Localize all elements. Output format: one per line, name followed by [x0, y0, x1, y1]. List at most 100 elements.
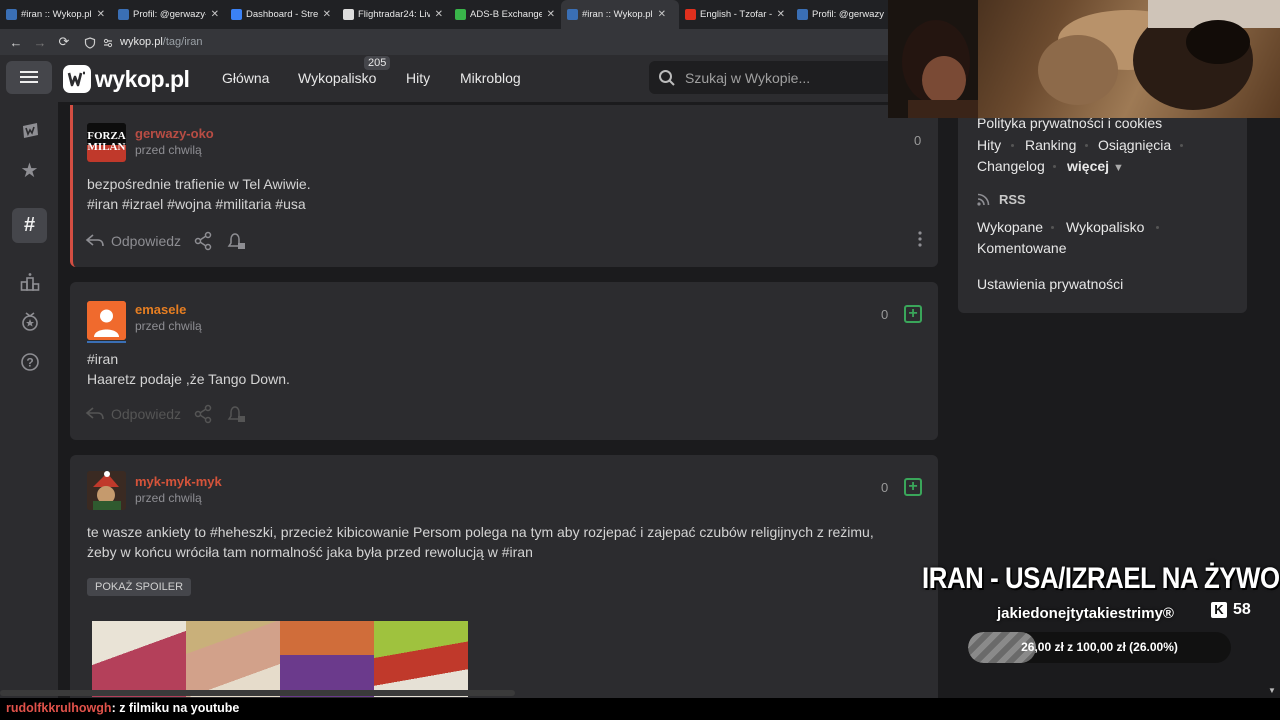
- browser-tab[interactable]: English - Tzofar - ✕: [679, 0, 791, 29]
- reply-button[interactable]: Odpowiedz: [111, 233, 181, 249]
- right-sidebar-box: Polityka prywatności i cookies Hity Rank…: [958, 102, 1247, 313]
- upvote-plus-button[interactable]: +: [904, 305, 922, 323]
- star-icon[interactable]: ★: [12, 153, 47, 188]
- changelog-link[interactable]: Changelog: [977, 158, 1045, 174]
- post-time[interactable]: przed chwilą: [135, 319, 202, 333]
- post-actions: Odpowiedz: [85, 231, 247, 251]
- show-spoiler-button[interactable]: POKAŻ SPOILER: [87, 578, 192, 596]
- post-text: Haaretz podaje ,że Tango Down.: [87, 371, 290, 387]
- browser-tab[interactable]: Flightradar24: Liv ✕: [337, 0, 449, 29]
- browser-tab[interactable]: Profil: @gerwazy✕: [791, 0, 903, 29]
- rss-wykopane-link[interactable]: Wykopane: [977, 219, 1043, 235]
- post-author[interactable]: myk-myk-myk: [135, 474, 222, 489]
- post-author[interactable]: emasele: [135, 302, 186, 317]
- avatar[interactable]: [87, 301, 126, 340]
- tab-close-icon[interactable]: ✕: [211, 9, 219, 20]
- post-text: , przecież kibicowanie Persom polega na …: [273, 524, 874, 540]
- menu-button[interactable]: [6, 61, 52, 94]
- nav-hity[interactable]: Hity: [406, 70, 430, 86]
- post-text: te wasze ankiety to: [87, 524, 210, 540]
- horizontal-scrollbar[interactable]: [0, 690, 515, 696]
- hity-link[interactable]: Hity: [977, 137, 1001, 153]
- scroll-down-icon[interactable]: ▼: [1268, 686, 1276, 695]
- post-card: FORZA MILAN gerwazy-oko przed chwilą 0 b…: [70, 105, 938, 267]
- privacy-settings-link[interactable]: Ustawienia prywatności: [977, 276, 1123, 292]
- achievements-link[interactable]: Osiągnięcia: [1098, 137, 1171, 153]
- search-input[interactable]: Szukaj w Wykopie...: [649, 61, 899, 94]
- rail-wykopy-icon[interactable]: [12, 113, 47, 148]
- menu-icon-line: [20, 81, 38, 83]
- more-link[interactable]: więcej ▼: [1067, 158, 1124, 174]
- tab-title: ADS-B Exchange: [470, 9, 542, 20]
- avatar[interactable]: FORZA MILAN: [87, 123, 126, 162]
- separator-dot: [1156, 226, 1159, 229]
- browser-tab[interactable]: #iran :: Wykop.pl ✕: [561, 0, 679, 29]
- bell-icon[interactable]: [225, 404, 247, 424]
- tag-link[interactable]: #iran: [502, 544, 533, 560]
- hashtag-icon[interactable]: #: [12, 208, 47, 243]
- chat-text: : z filmiku na youtube: [111, 701, 240, 715]
- reply-icon[interactable]: [85, 406, 105, 422]
- medal-icon[interactable]: [12, 304, 47, 339]
- avatar[interactable]: [87, 471, 126, 510]
- tab-close-icon[interactable]: ✕: [435, 9, 443, 20]
- avatar-underline: [87, 341, 126, 343]
- post-text: żeby w końcu wróciła tam normalność jaka…: [87, 544, 502, 560]
- share-icon[interactable]: [193, 231, 213, 251]
- tab-title: English - Tzofar -: [700, 9, 772, 20]
- post-time[interactable]: przed chwilą: [135, 143, 202, 157]
- separator-dot: [1085, 144, 1088, 147]
- shield-icon[interactable]: [84, 36, 96, 49]
- separator-dot: [1011, 144, 1014, 147]
- tab-close-icon[interactable]: ✕: [658, 9, 666, 20]
- browser-tab[interactable]: ADS-B Exchange ✕: [449, 0, 561, 29]
- browser-tab[interactable]: #iran :: Wykop.pl ✕: [0, 0, 112, 29]
- share-icon[interactable]: [193, 404, 213, 424]
- post-tags[interactable]: #iran: [87, 349, 290, 369]
- tab-close-icon[interactable]: ✕: [777, 9, 785, 20]
- avatar-text-milan: MILAN: [88, 141, 126, 153]
- wykop-logo[interactable]: wykop.pl: [63, 65, 190, 93]
- upvote-plus-button[interactable]: +: [904, 478, 922, 496]
- reload-icon[interactable]: ⟳: [52, 34, 76, 50]
- help-icon[interactable]: ?: [12, 344, 47, 379]
- rss-komentowane-link[interactable]: Komentowane: [977, 240, 1067, 256]
- post-time[interactable]: przed chwilą: [135, 491, 202, 505]
- post-text: bezpośrednie trafienie w Tel Awiwie.: [87, 176, 311, 192]
- bell-icon[interactable]: [225, 231, 247, 251]
- rss-wykopalisko-link[interactable]: Wykopalisko: [1066, 219, 1144, 235]
- tab-title: Dashboard - Stre: [246, 9, 318, 20]
- kick-viewers: K 58: [1211, 601, 1251, 619]
- post-image-collage[interactable]: [90, 619, 470, 699]
- nav-wykopalisko[interactable]: Wykopalisko: [298, 70, 376, 86]
- url-path: /tag/iran: [162, 36, 203, 48]
- back-icon[interactable]: ←: [4, 35, 28, 50]
- tab-close-icon[interactable]: ✕: [97, 9, 105, 20]
- tag-link[interactable]: #heheszki: [210, 524, 273, 540]
- tab-favicon-icon: [231, 9, 242, 20]
- menu-icon: [20, 71, 38, 73]
- browser-tab[interactable]: Dashboard - Stre ✕: [225, 0, 337, 29]
- nav-mikroblog[interactable]: Mikroblog: [460, 70, 521, 86]
- tab-title: #iran :: Wykop.pl: [582, 9, 653, 20]
- reply-icon[interactable]: [85, 233, 105, 249]
- more-options-icon[interactable]: [917, 231, 923, 247]
- tab-close-icon[interactable]: ✕: [323, 9, 331, 20]
- browser-tab[interactable]: Profil: @gerwazy- ✕: [112, 0, 225, 29]
- reply-button[interactable]: Odpowiedz: [111, 406, 181, 422]
- collage-image: [92, 621, 186, 697]
- left-rail: ★ # ?: [0, 102, 58, 700]
- post-tags[interactable]: #iran #izrael #wojna #militaria #usa: [87, 194, 311, 214]
- url-field[interactable]: wykop.pl/tag/iran: [120, 36, 203, 48]
- nav-home[interactable]: Główna: [222, 70, 269, 86]
- logo-text: wykop.pl: [95, 65, 190, 92]
- post-author[interactable]: gerwazy-oko: [135, 126, 214, 141]
- connection-icon[interactable]: [102, 36, 114, 48]
- ranking-icon[interactable]: [12, 264, 47, 299]
- feed: FORZA MILAN gerwazy-oko przed chwilą 0 b…: [58, 102, 948, 715]
- stream-title: IRAN - USA/IZRAEL NA ŻYWO: [922, 562, 1280, 595]
- tab-close-icon[interactable]: ✕: [547, 9, 555, 20]
- post-text-line2: żeby w końcu wróciła tam normalność jaka…: [87, 542, 927, 562]
- forward-icon[interactable]: →: [28, 35, 52, 50]
- ranking-link[interactable]: Ranking: [1025, 137, 1076, 153]
